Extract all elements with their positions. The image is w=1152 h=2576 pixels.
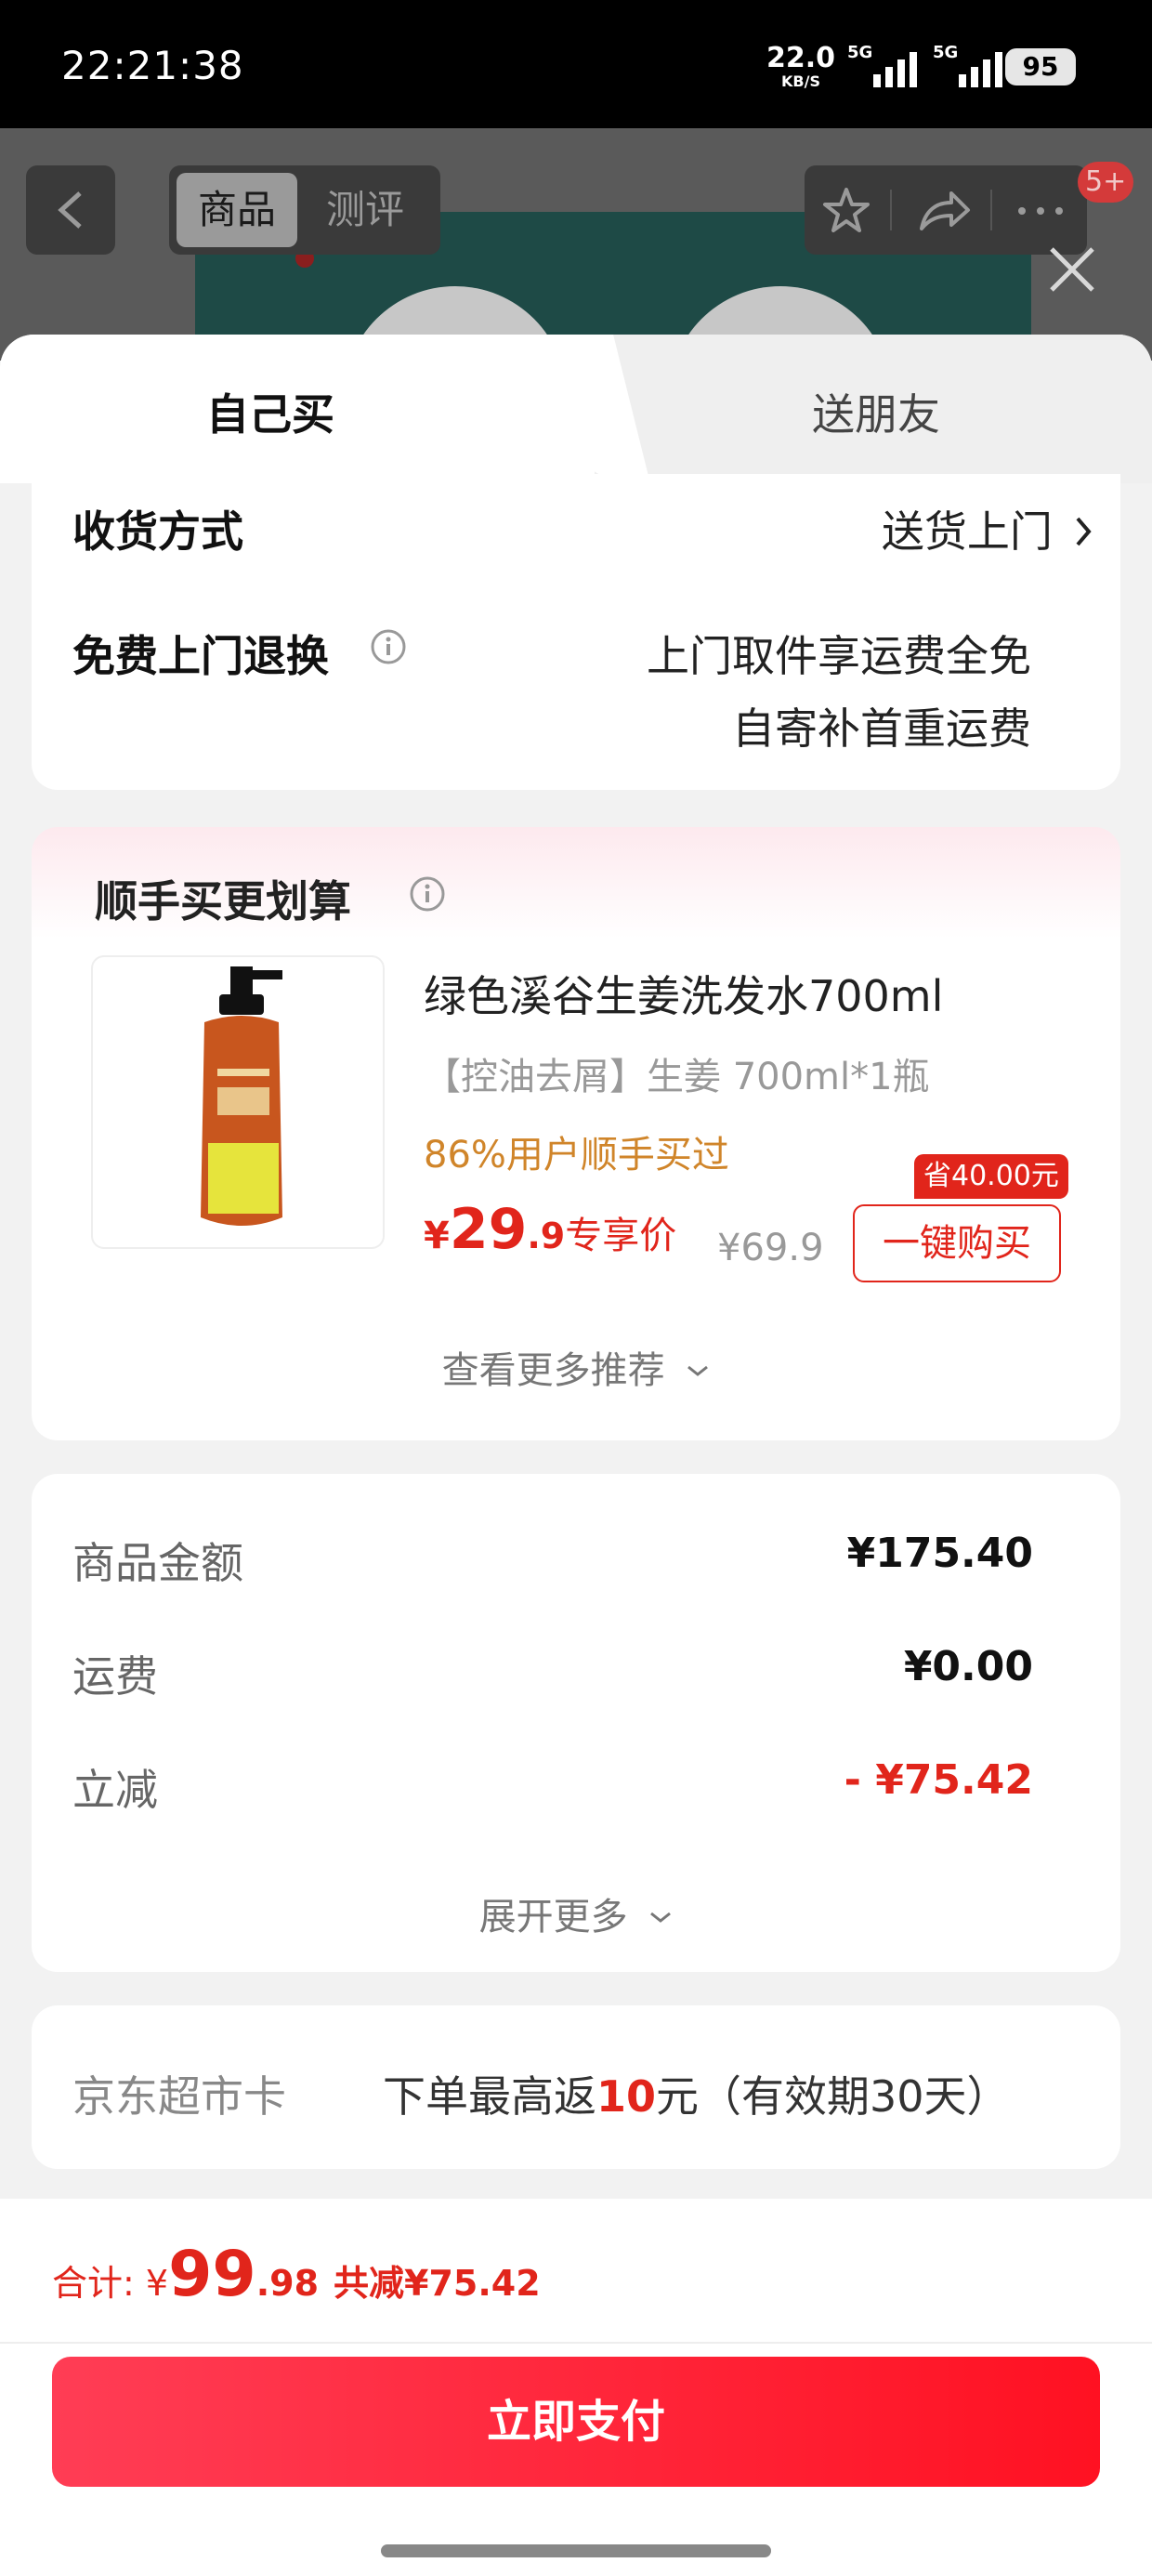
share-icon[interactable] [916,186,972,236]
header-actions [805,165,1087,255]
home-indicator[interactable] [381,2544,771,2557]
tab-review[interactable]: 测评 [305,173,425,247]
supermarket-card-label: 京东超市卡 [72,2071,286,2122]
delivery-method-value: 送货上门 [881,506,1053,557]
status-bar: 22:21:38 22.0 KB/S 5G 5G 95 [0,0,1152,128]
shampoo-bottle-icon [201,966,282,1226]
status-time: 22:21:38 [61,43,244,88]
divider [0,2342,1152,2344]
product-spec: 【控油去屑】生姜 700ml*1瓶 [424,1056,930,1098]
product-popularity: 86%用户顺手买过 [424,1134,729,1176]
signal-icon-2: 5G [933,43,1016,87]
tab-product[interactable]: 商品 [177,173,297,247]
shipping-label: 运费 [72,1651,158,1702]
star-icon[interactable] [821,186,871,236]
goods-amount-label: 商品金额 [72,1538,243,1588]
sim1-tag: 5G [847,43,873,62]
back-button[interactable] [26,165,115,255]
chevron-down-icon [650,1912,672,1923]
savings-badge: 省40.00元 [914,1154,1068,1199]
delivery-card: 收货方式 送货上门 免费上门退换 上门取件享运费全免 自寄补首重运费 [32,474,1120,790]
expand-more-button[interactable]: 展开更多 [32,1886,1120,1940]
free-return-label: 免费上门退换 [72,631,329,681]
order-total: 合计: ¥99.98 共减¥75.42 [52,2238,541,2311]
tab-buy-for-self[interactable]: 自己买 [206,381,334,442]
goods-amount-value: ¥175.40 [846,1530,1033,1577]
network-rate-unit: KB/S [781,72,820,90]
checkout-footer: 合计: ¥99.98 共减¥75.42 立即支付 [0,2199,1152,2576]
view-more-recommendations[interactable]: 查看更多推荐 [32,1340,1120,1394]
close-icon[interactable] [1046,243,1098,296]
discount-value: - ¥75.42 [844,1756,1033,1804]
exclusive-price-tag: 专享价 [565,1215,677,1257]
addon-title: 顺手买更划算 [95,876,351,927]
signal-icon: 5G [847,43,931,87]
more-icon[interactable] [1015,186,1067,236]
product-price: ¥29.9专享价 [424,1197,677,1262]
product-review-switch: 商品 测评 [169,165,440,255]
network-rate: 22.0 KB/S [764,45,838,89]
free-return-desc-1: 上门取件享运费全免 [647,631,1031,681]
info-icon[interactable] [409,875,446,913]
message-badge: 5+ [1078,162,1134,203]
total-discount: 共减¥75.42 [334,2263,541,2304]
chevron-left-icon [58,191,82,229]
purchase-mode-tabs: 自己买 送朋友 [0,335,1152,483]
pay-now-button[interactable]: 立即支付 [52,2357,1100,2487]
product-name[interactable]: 绿色溪谷生姜洗发水700ml [424,963,943,1024]
battery-icon: 95 [1005,48,1076,85]
discount-label: 立减 [72,1765,158,1815]
tab-send-to-friend[interactable]: 送朋友 [812,381,940,442]
chevron-right-icon [1076,517,1092,546]
free-return-desc-2: 自寄补首重运费 [732,703,1031,754]
chevron-down-icon [687,1365,709,1376]
info-icon[interactable] [370,628,407,665]
supermarket-card-desc: 下单最高返10元（有效期30天） [383,2071,1010,2122]
delivery-method-row[interactable]: 送货上门 [882,498,1093,559]
order-summary-card: 商品金额 ¥175.40 运费 ¥0.00 立减 - ¥75.42 展开更多 [32,1474,1120,1972]
supermarket-card-row[interactable]: 京东超市卡 下单最高返10元（有效期30天） [32,2005,1120,2169]
original-price: ¥69.9 [717,1227,824,1269]
checkout-page: 22:21:38 22.0 KB/S 5G 5G 95 商品 测评 5+ 自己买… [0,0,1152,2576]
shipping-value: ¥0.00 [903,1643,1033,1690]
one-click-buy-button[interactable]: 一键购买 [853,1204,1061,1282]
product-thumbnail[interactable] [91,955,385,1249]
sim2-tag: 5G [933,43,959,62]
network-rate-value: 22.0 [766,42,836,74]
delivery-method-label: 收货方式 [72,506,243,557]
addon-recommend-card: 顺手买更划算 绿色溪谷生姜洗发水700ml 【控油去屑】生姜 700ml*1瓶 … [32,827,1120,1440]
product-header-overlay: 商品 测评 5+ [0,128,1152,361]
